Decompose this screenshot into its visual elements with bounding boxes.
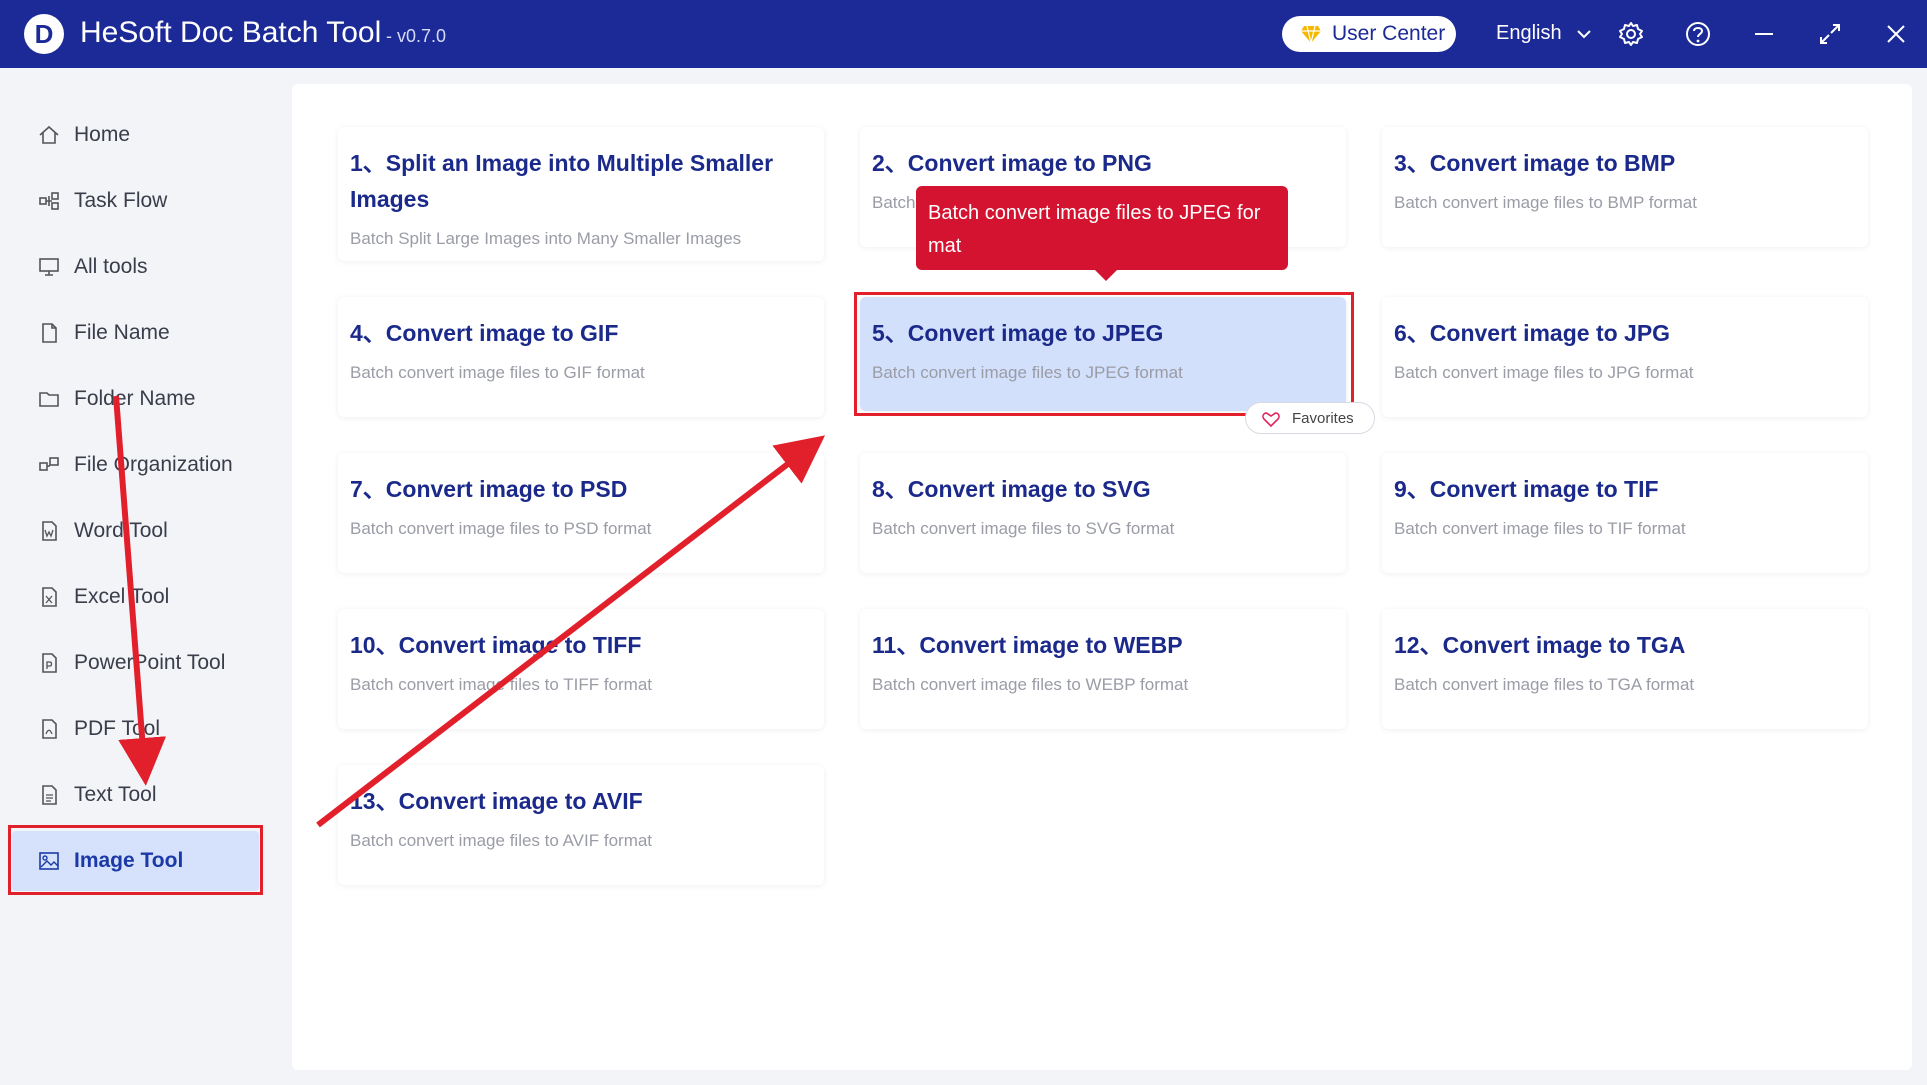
tool-card-title: 1、Split an Image into Multiple Smaller I… xyxy=(350,150,774,212)
tool-card-title: 7、Convert image to PSD xyxy=(350,476,628,502)
task-flow-icon xyxy=(39,192,59,210)
tool-card-split-image[interactable]: 1、Split an Image into Multiple Smaller I… xyxy=(338,127,824,261)
tool-card-title: 6、Convert image to JPG xyxy=(1394,320,1671,346)
sidebar-item-all-tools[interactable]: All tools xyxy=(12,237,259,297)
sidebar-item-label: Excel Tool xyxy=(74,585,170,608)
sidebar-item-label: Text Tool xyxy=(74,783,157,806)
favorites-button[interactable]: Favorites xyxy=(1245,402,1375,434)
minimize-icon[interactable] xyxy=(1750,20,1778,48)
sidebar-item-word-tool[interactable]: Word Tool xyxy=(12,501,259,561)
user-center-label: User Center xyxy=(1332,22,1446,45)
tool-card-desc: Batch convert image files to WEBP format xyxy=(872,675,1189,694)
tooltip: Batch convert image files to JPEG for ma… xyxy=(916,186,1288,270)
chevron-down-icon xyxy=(1577,30,1591,39)
sidebar-item-pdf-tool[interactable]: PDF Tool xyxy=(12,699,259,759)
sidebar-item-label: PDF Tool xyxy=(74,717,160,740)
sidebar-item-file-name[interactable]: File Name xyxy=(12,303,259,363)
tool-card-title: 9、Convert image to TIF xyxy=(1394,476,1659,502)
sidebar-item-label: File Name xyxy=(74,321,170,344)
file-icon xyxy=(42,323,57,343)
tool-card-convert-gif[interactable]: 4、Convert image to GIF Batch convert ima… xyxy=(338,297,824,417)
tool-card-desc: Batch convert image files to TGA format xyxy=(1394,675,1695,694)
tool-card-desc: Batch convert image files to TIFF format xyxy=(350,675,653,694)
sidebar-item-text-tool[interactable]: Text Tool xyxy=(12,765,259,825)
pdf-icon xyxy=(42,719,57,739)
tool-card-desc: Batch convert image files to PSD format xyxy=(350,519,652,538)
tool-card-title: 10、Convert image to TIFF xyxy=(350,632,642,658)
tool-card-title: 11、Convert image to WEBP xyxy=(872,632,1183,658)
app-version: - v0.7.0 xyxy=(386,26,447,46)
tool-card-title: 12、Convert image to TGA xyxy=(1394,632,1686,658)
tool-card-convert-svg[interactable]: 8、Convert image to SVG Batch convert ima… xyxy=(860,453,1346,573)
title-bar: D HeSoft Doc Batch Tool - v0.7.0 User Ce… xyxy=(0,0,1927,68)
language-select[interactable]: English xyxy=(1496,22,1591,45)
tool-card-desc: Batch convert image files to BMP format xyxy=(1394,193,1697,212)
favorites-label: Favorites xyxy=(1292,410,1354,427)
image-tool-highlight-box xyxy=(8,825,263,895)
sidebar-item-file-organization[interactable]: File Organization xyxy=(12,435,259,495)
sidebar-item-label: Folder Name xyxy=(74,387,196,410)
sidebar-item-excel-tool[interactable]: Excel Tool xyxy=(12,567,259,627)
user-center-button[interactable]: User Center xyxy=(1282,16,1456,52)
sidebar-item-folder-name[interactable]: Folder Name xyxy=(12,369,259,429)
tool-card-convert-psd[interactable]: 7、Convert image to PSD Batch convert ima… xyxy=(338,453,824,573)
sidebar-item-label: Word Tool xyxy=(74,519,168,542)
gear-icon[interactable] xyxy=(1617,20,1645,48)
heart-icon xyxy=(1262,412,1280,427)
excel-icon xyxy=(42,587,57,607)
tool-card-title: 3、Convert image to BMP xyxy=(1394,150,1676,176)
help-icon[interactable] xyxy=(1684,20,1712,48)
sidebar-item-label: Task Flow xyxy=(74,189,168,212)
sidebar-item-task-flow[interactable]: Task Flow xyxy=(12,171,259,231)
tool-card-title: 2、Convert image to PNG xyxy=(872,150,1152,176)
sidebar-item-home[interactable]: Home xyxy=(12,105,259,165)
tool-card-convert-tiff[interactable]: 10、Convert image to TIFF Batch convert i… xyxy=(338,609,824,729)
maximize-icon[interactable] xyxy=(1816,20,1844,48)
organization-icon xyxy=(39,457,59,471)
monitor-icon xyxy=(39,258,59,276)
jpeg-card-highlight-box xyxy=(854,292,1354,416)
sidebar-item-label: Home xyxy=(74,123,131,146)
tool-card-desc: Batch convert image files to TIF format xyxy=(1394,519,1686,538)
tool-card-title: 13、Convert image to AVIF xyxy=(350,788,643,814)
sidebar-item-label: File Organization xyxy=(74,453,233,476)
tool-card-desc: Batch Split Large Images into Many Small… xyxy=(350,229,742,248)
app-logo: D xyxy=(24,14,64,54)
tool-card-convert-avif[interactable]: 13、Convert image to AVIF Batch convert i… xyxy=(338,765,824,885)
tool-card-desc: Batch convert image files to AVIF format xyxy=(350,831,653,850)
tool-card-convert-jpg[interactable]: 6、Convert image to JPG Batch convert ima… xyxy=(1382,297,1868,417)
tool-card-desc: Batch convert image files to JPG format xyxy=(1394,363,1694,382)
word-icon xyxy=(42,521,57,541)
close-icon[interactable] xyxy=(1882,20,1910,48)
tool-card-desc: Batch convert image files to SVG format xyxy=(872,519,1175,538)
tool-card-convert-tif[interactable]: 9、Convert image to TIF Batch convert ima… xyxy=(1382,453,1868,573)
tool-card-desc: Batch convert image files to GIF format xyxy=(350,363,645,382)
folder-icon xyxy=(39,392,59,407)
sidebar: Home Task Flow All tools File Name Folde… xyxy=(0,68,262,1085)
tool-card-title: 4、Convert image to GIF xyxy=(350,320,619,346)
app-title: HeSoft Doc Batch Tool xyxy=(80,16,382,49)
tool-card-title: 8、Convert image to SVG xyxy=(872,476,1151,502)
text-icon xyxy=(42,785,57,805)
sidebar-item-label: All tools xyxy=(74,255,148,278)
powerpoint-icon xyxy=(42,653,57,673)
sidebar-item-powerpoint-tool[interactable]: PowerPoint Tool xyxy=(12,633,259,693)
diamond-icon xyxy=(1301,25,1321,44)
tool-card-convert-tga[interactable]: 12、Convert image to TGA Batch convert im… xyxy=(1382,609,1868,729)
tooltip-tail xyxy=(1094,269,1118,281)
language-label: English xyxy=(1496,22,1562,44)
tool-card-convert-webp[interactable]: 11、Convert image to WEBP Batch convert i… xyxy=(860,609,1346,729)
home-icon xyxy=(39,125,59,144)
sidebar-item-label: PowerPoint Tool xyxy=(74,651,226,674)
tool-card-convert-bmp[interactable]: 3、Convert image to BMP Batch convert ima… xyxy=(1382,127,1868,247)
